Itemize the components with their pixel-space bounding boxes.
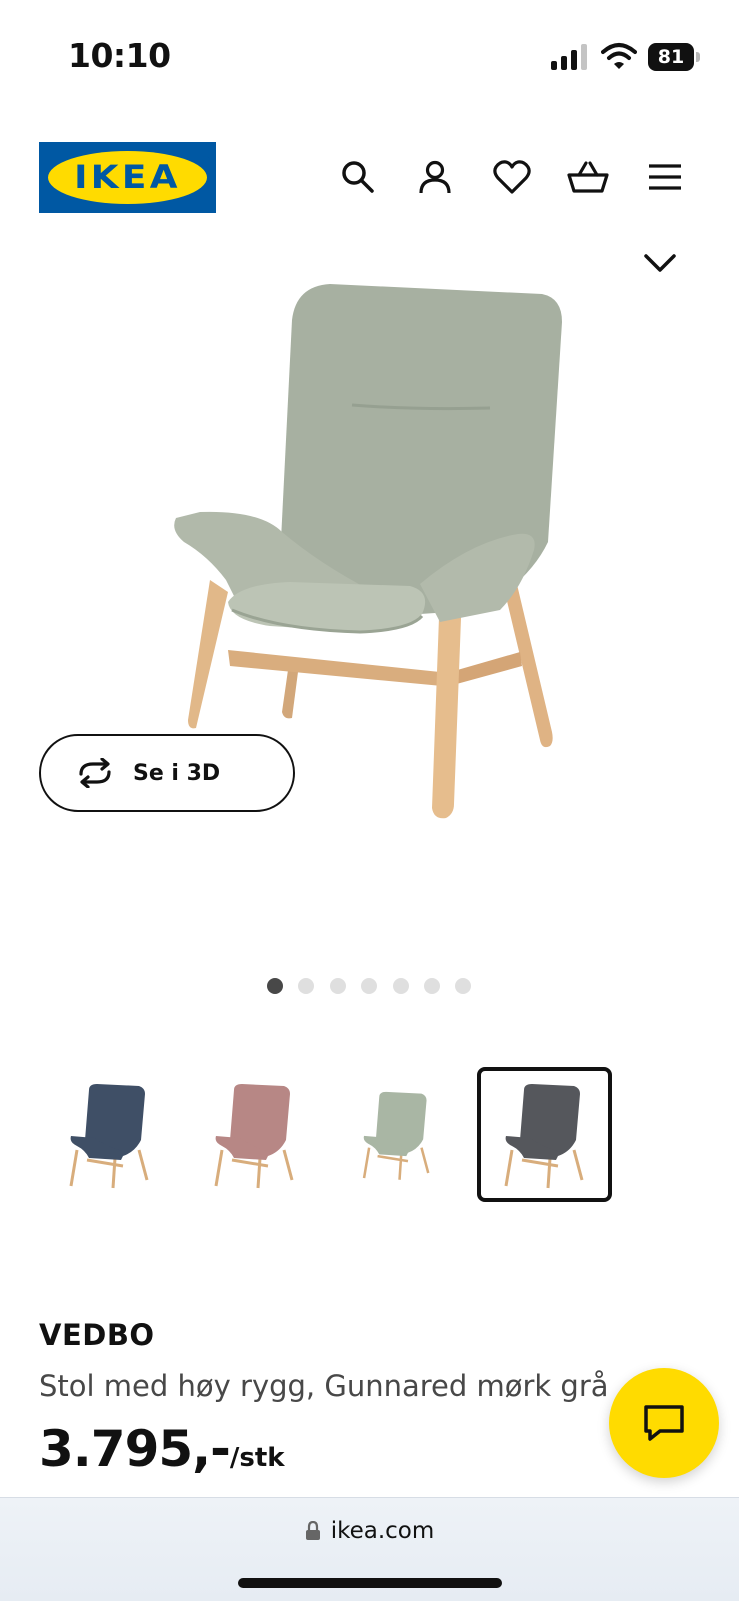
carousel-dot-4[interactable] <box>361 978 377 994</box>
product-description: Stol med høy rygg, Gunnared mørk grå <box>39 1369 609 1403</box>
variant-image <box>69 1083 148 1188</box>
cellular-signal-icon <box>551 44 591 70</box>
product-name: VEDBO <box>39 1318 155 1352</box>
variant-image <box>214 1083 293 1188</box>
status-time: 10:10 <box>68 36 171 75</box>
basket-icon[interactable] <box>566 155 610 199</box>
user-icon[interactable] <box>413 155 457 199</box>
variant-thumb-dark-grey[interactable] <box>477 1067 612 1202</box>
variant-thumb-blue[interactable] <box>42 1067 177 1202</box>
wifi-icon <box>601 43 637 69</box>
variant-thumb-pink[interactable] <box>187 1067 322 1202</box>
carousel-dot-1[interactable] <box>267 978 283 994</box>
product-price: 3.795,-/stk <box>39 1420 285 1478</box>
battery-indicator: 81 <box>648 43 700 71</box>
chat-button[interactable] <box>609 1368 719 1478</box>
price-value: 3.795,- <box>39 1420 231 1478</box>
battery-level: 81 <box>657 46 685 68</box>
browser-address-bar[interactable]: ikea.com <box>0 1497 739 1601</box>
heart-icon[interactable] <box>490 155 534 199</box>
rotate-3d-icon <box>79 758 111 788</box>
carousel-dot-6[interactable] <box>424 978 440 994</box>
lock-icon <box>305 1521 320 1540</box>
variant-image <box>504 1083 583 1188</box>
logo-text: IKEA <box>74 158 181 196</box>
variant-chair <box>69 1083 148 1188</box>
url-text[interactable]: ikea.com <box>331 1518 435 1544</box>
variant-thumb-light-green[interactable] <box>329 1067 464 1202</box>
variant-image <box>362 1091 429 1180</box>
carousel-dot-7[interactable] <box>455 978 471 994</box>
carousel-dot-3[interactable] <box>330 978 346 994</box>
home-indicator[interactable] <box>238 1578 502 1588</box>
ikea-logo[interactable]: IKEA <box>39 142 216 213</box>
carousel-dot-5[interactable] <box>393 978 409 994</box>
view-3d-button[interactable]: Se i 3D <box>39 734 295 812</box>
chat-icon <box>644 1405 684 1441</box>
view-3d-label: Se i 3D <box>133 760 221 786</box>
carousel-dot-2[interactable] <box>298 978 314 994</box>
price-unit: /stk <box>229 1443 285 1473</box>
menu-icon[interactable] <box>643 155 687 199</box>
search-icon[interactable] <box>336 155 380 199</box>
chevron-down-icon[interactable] <box>640 248 680 278</box>
